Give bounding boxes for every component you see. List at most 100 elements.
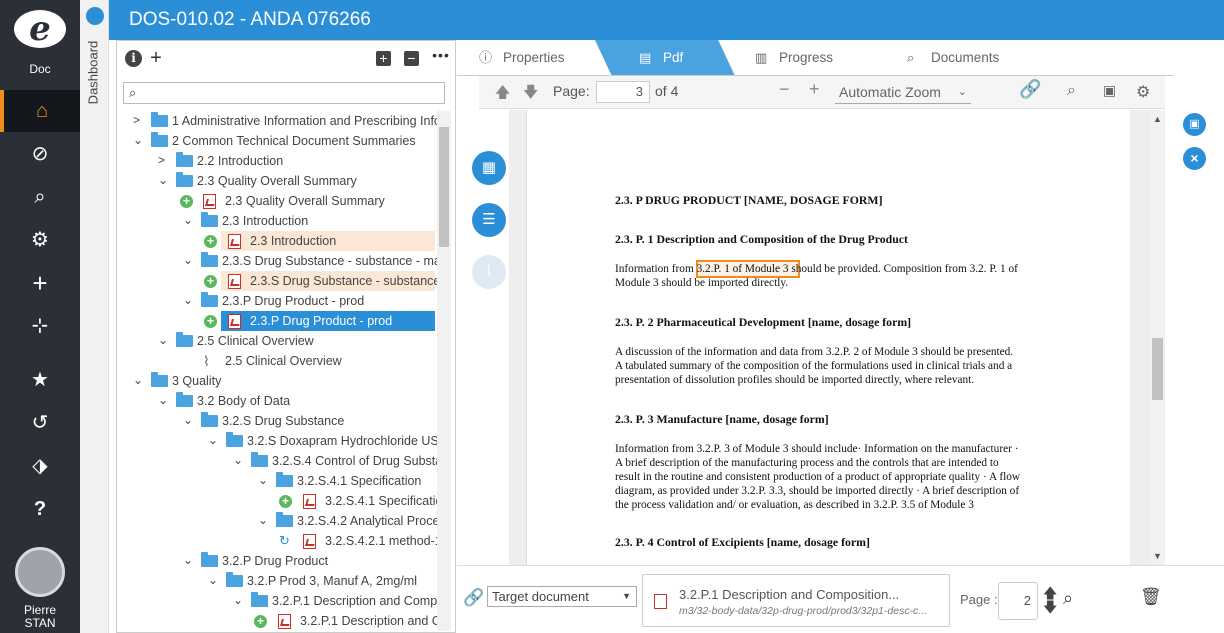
tree-search-input[interactable]: ⌕: [123, 82, 445, 104]
chevron-down-icon[interactable]: ⌄: [158, 333, 170, 347]
chevron-down-icon[interactable]: ⌄: [208, 573, 220, 587]
nav-add-sub-icon[interactable]: ⊹: [0, 305, 80, 347]
tree-row[interactable]: ⌄ 3 Quality: [117, 371, 437, 391]
nav-tags-icon[interactable]: ⬗: [0, 445, 80, 487]
nav-help-icon[interactable]: ?: [0, 488, 80, 530]
tree-row[interactable]: ⌄ 3.2.S Doxapram Hydrochloride USP: [117, 431, 437, 451]
chevron-down-icon[interactable]: ⌄: [133, 373, 145, 387]
target-document-select[interactable]: Target document ▼: [487, 586, 637, 607]
linked-document-card[interactable]: 3.2.P.1 Description and Composition... m…: [642, 574, 950, 627]
trash-icon[interactable]: 🗑: [1140, 587, 1162, 607]
tab-properties[interactable]: ⓘ Properties: [479, 40, 599, 76]
tab-progress[interactable]: ▥ Progress: [755, 40, 865, 76]
chevron-down-icon[interactable]: ⌄: [183, 293, 195, 307]
tree-row[interactable]: ⌇ 2.5 Clinical Overview: [117, 351, 437, 371]
refresh-icon[interactable]: ↻: [279, 533, 292, 549]
info-icon[interactable]: i: [125, 50, 142, 67]
viewer-scrollbar-thumb[interactable]: [1152, 338, 1163, 400]
tree-scrollbar-thumb[interactable]: [439, 127, 449, 247]
tree-row[interactable]: ⌄ 2 Common Technical Document Summaries: [117, 131, 437, 151]
tree-row[interactable]: ⌄ 2.3 Introduction: [117, 211, 437, 231]
tree-row[interactable]: ⌄ 3.2.S.4.2 Analytical Procedures: [117, 511, 437, 531]
nav-add-icon[interactable]: +: [0, 262, 80, 304]
tree-row[interactable]: ⌄ 3.2.P.1 Description and Composition: [117, 591, 437, 611]
tree-row[interactable]: + 3.2.P.1 Description and Composition: [117, 611, 437, 631]
dashboard-icon[interactable]: [86, 7, 104, 25]
avatar[interactable]: [15, 547, 65, 597]
gear-icon[interactable]: ⚙: [1136, 82, 1150, 102]
save-icon[interactable]: ▣: [1183, 113, 1206, 136]
tree-row[interactable]: + 2.3 Quality Overall Summary: [117, 191, 437, 211]
add-circle-icon[interactable]: +: [279, 495, 292, 508]
tree-scrollbar[interactable]: [437, 111, 451, 631]
add-circle-icon[interactable]: +: [254, 615, 267, 628]
chevron-down-icon[interactable]: ⌄: [158, 173, 170, 187]
zoom-select[interactable]: Automatic Zoom ⌄: [835, 82, 971, 104]
zoom-in-icon[interactable]: +: [809, 79, 820, 100]
app-logo[interactable]: e Doc: [0, 0, 80, 88]
tree-row[interactable]: ⌄ 3.2.P Prod 3, Manuf A, 2mg/ml: [117, 571, 437, 591]
tree-row[interactable]: + 3.2.S.4.1 Specification: [117, 491, 437, 511]
page-stepper-icon[interactable]: 🡅 🡇: [1043, 586, 1057, 614]
tab-documents[interactable]: ⌕ Documents: [907, 40, 1037, 76]
add-circle-icon[interactable]: +: [204, 315, 217, 328]
tree-row[interactable]: > 1 Administrative Information and Presc…: [117, 111, 437, 131]
tree-row[interactable]: ⌄ 3.2.S Drug Substance: [117, 411, 437, 431]
tree-row[interactable]: ⌄ 2.3 Quality Overall Summary: [117, 171, 437, 191]
tree-row[interactable]: ⌄ 2.3.P Drug Product - prod: [117, 291, 437, 311]
nav-search-icon[interactable]: ⌕: [0, 176, 80, 218]
tree-row[interactable]: ⌄ 2.5 Clinical Overview: [117, 331, 437, 351]
chevron-right-icon[interactable]: >: [133, 113, 145, 127]
chevron-down-icon[interactable]: ⌄: [233, 593, 245, 607]
tree-row-selected[interactable]: + 2.3.P Drug Product - prod: [117, 311, 437, 331]
chevron-down-icon[interactable]: ⌄: [183, 553, 195, 567]
zoom-out-icon[interactable]: −: [779, 79, 790, 100]
chevron-down-icon[interactable]: ⌄: [258, 513, 270, 527]
tree-row[interactable]: ↻ 3.2.S.4.2.1 method-1: [117, 531, 437, 551]
search-icon[interactable]: ⌕: [1063, 588, 1073, 609]
save-icon[interactable]: ▣: [1103, 82, 1116, 99]
chevron-down-icon[interactable]: ⌄: [233, 453, 245, 467]
chevron-down-icon[interactable]: ⌄: [133, 133, 145, 147]
tree-row[interactable]: ⌄ 3.2.S.4 Control of Drug Substance: [117, 451, 437, 471]
chevron-down-icon[interactable]: ⌄: [158, 393, 170, 407]
chevron-down-icon[interactable]: ⌄: [208, 433, 220, 447]
tree-row[interactable]: > 2.2 Introduction: [117, 151, 437, 171]
chevron-right-icon[interactable]: >: [158, 153, 170, 167]
target-page-input[interactable]: 2: [998, 582, 1038, 620]
nav-history-icon[interactable]: ↺: [0, 402, 80, 444]
tree-row[interactable]: ⌄ 3.2.P Drug Product: [117, 551, 437, 571]
chevron-down-icon[interactable]: ⌄: [183, 253, 195, 267]
add-circle-icon[interactable]: +: [180, 195, 193, 208]
arrow-up-icon[interactable]: 🡅: [495, 82, 510, 107]
tree-row[interactable]: ⌄ 3.2 Body of Data: [117, 391, 437, 411]
add-circle-icon[interactable]: +: [204, 235, 217, 248]
chevron-down-icon[interactable]: ⌄: [183, 413, 195, 427]
search-icon[interactable]: ⌕: [1067, 82, 1076, 100]
tree-row[interactable]: + 2.3 Introduction: [117, 231, 437, 251]
tree-row[interactable]: + 2.3.S Drug Substance - substance - man…: [117, 271, 437, 291]
arrow-down-icon[interactable]: 🡇: [523, 82, 538, 107]
tab-pdf[interactable]: ▤ Pdf: [639, 40, 719, 76]
chevron-down-icon[interactable]: ⌄: [183, 213, 195, 227]
expand-all-icon[interactable]: +: [376, 51, 391, 66]
scroll-down-icon[interactable]: ▼: [1153, 551, 1162, 561]
link-icon[interactable]: 🔗: [1019, 79, 1041, 100]
nav-home-icon[interactable]: ⌂: [0, 90, 80, 132]
close-icon[interactable]: ×: [1183, 147, 1206, 170]
chevron-down-icon[interactable]: ⌄: [258, 473, 270, 487]
more-icon[interactable]: •••: [431, 47, 451, 64]
tree-row[interactable]: ⌄ 2.3.S Drug Substance - substance - man…: [117, 251, 437, 271]
dashboard-strip[interactable]: Dashboard: [80, 0, 109, 633]
add-circle-icon[interactable]: +: [204, 275, 217, 288]
nav-settings-icon[interactable]: ⚙: [0, 219, 80, 261]
list-view-icon[interactable]: ☰: [472, 203, 506, 237]
nav-compass-icon[interactable]: ⊘: [0, 133, 80, 175]
nav-favorites-icon[interactable]: ★: [0, 359, 80, 401]
page-number-input[interactable]: 3: [596, 81, 650, 103]
collapse-all-icon[interactable]: −: [404, 51, 419, 66]
viewer-scrollbar[interactable]: ▲ ▼: [1150, 110, 1165, 565]
table-view-icon[interactable]: ▦: [472, 151, 506, 185]
add-icon[interactable]: +: [149, 48, 163, 68]
scroll-up-icon[interactable]: ▲: [1153, 114, 1162, 124]
